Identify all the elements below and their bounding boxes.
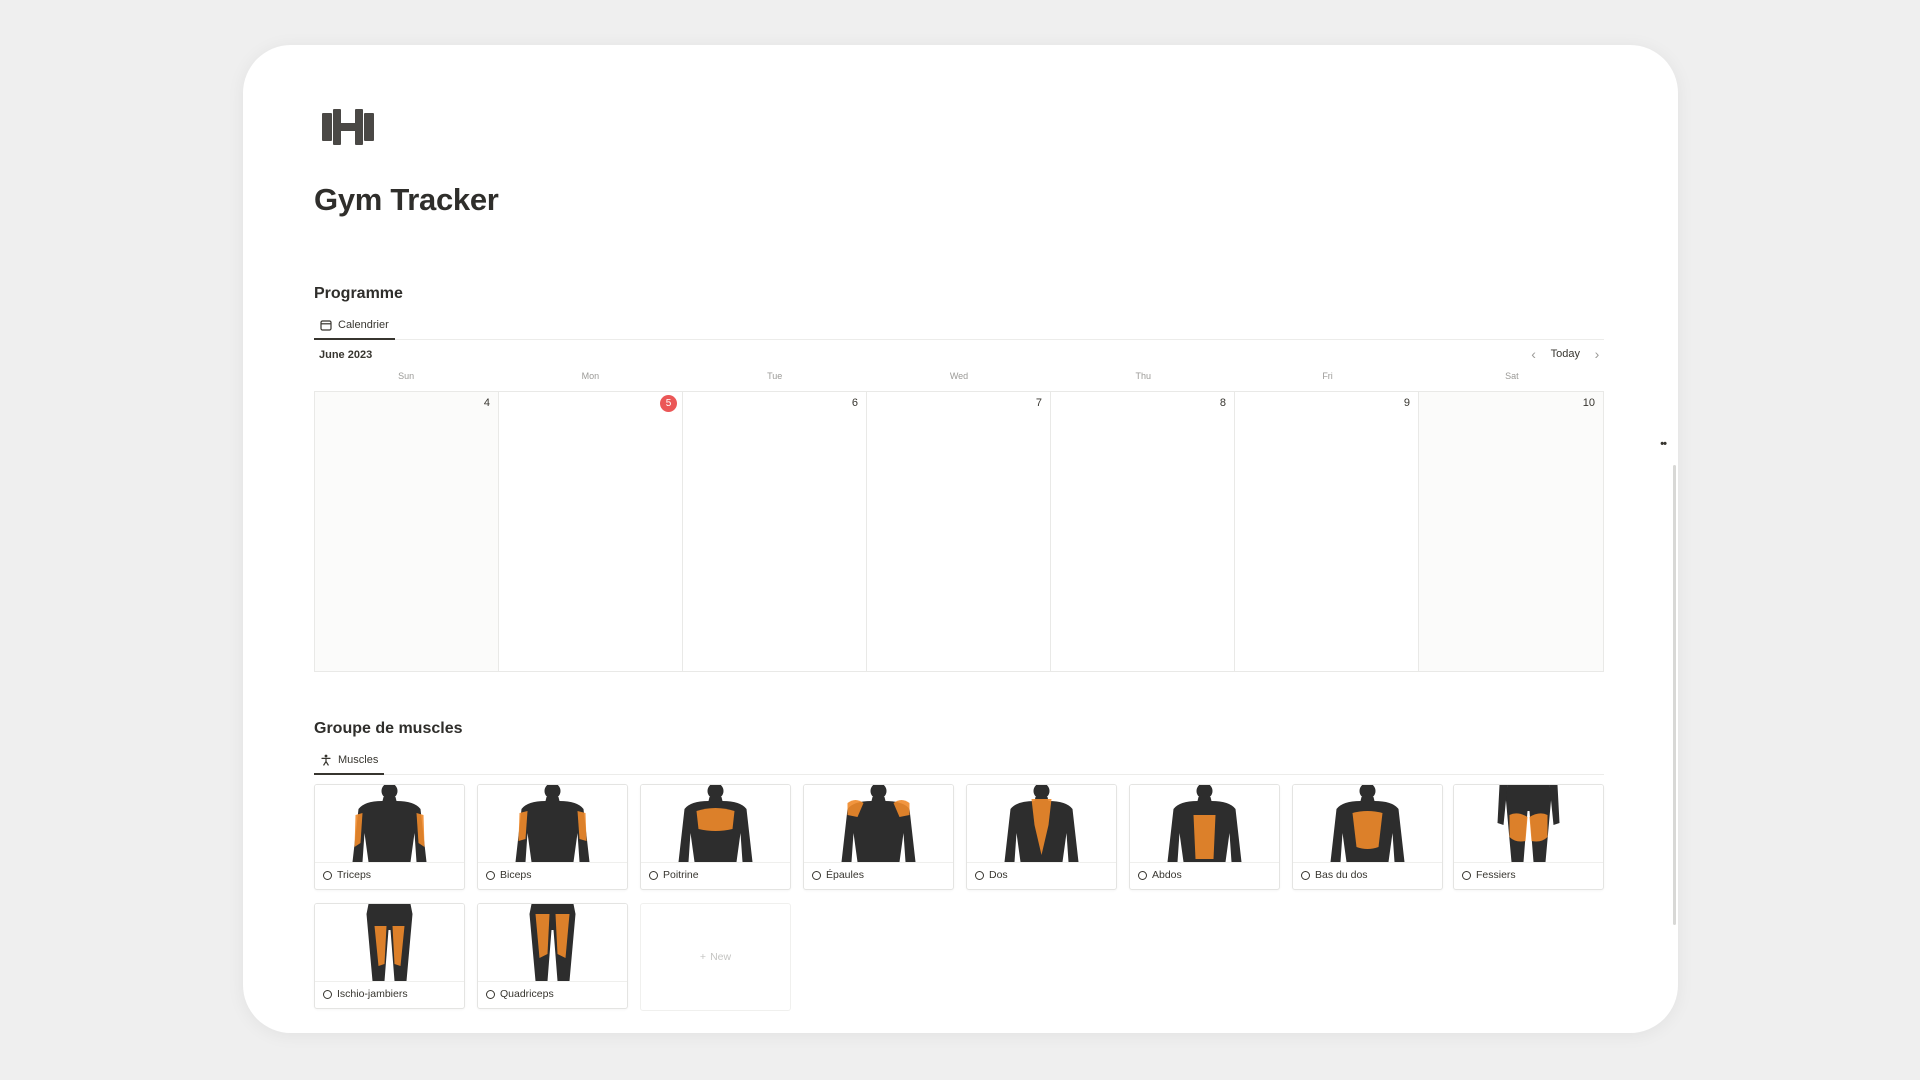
weekday-thu: Thu xyxy=(1135,371,1152,381)
gallery-card-label: Ischio-jambiers xyxy=(337,988,408,1000)
programme-view-tabs: Calendrier xyxy=(314,309,1604,340)
page-circle-icon xyxy=(1301,870,1310,880)
gallery-card-triceps[interactable]: Triceps xyxy=(314,784,465,890)
weekday-mon: Mon xyxy=(581,371,600,381)
page-circle-icon xyxy=(1462,870,1471,880)
gallery-card-label: Triceps xyxy=(337,869,372,881)
tab-calendrier-label: Calendrier xyxy=(338,319,389,331)
calendar-day-number: 7 xyxy=(1035,397,1042,409)
page-circle-icon xyxy=(975,870,984,880)
muscle-image xyxy=(804,785,953,863)
weekday-sat: Sat xyxy=(1505,371,1519,381)
gallery-card-biceps[interactable]: Biceps xyxy=(477,784,628,890)
gallery-card-bas-du-dos[interactable]: Bas du dos xyxy=(1292,784,1443,890)
today-day-badge: 5 xyxy=(660,395,677,412)
plus-icon: + xyxy=(699,951,707,963)
page-circle-icon xyxy=(486,870,495,880)
calendar-weekdays: Sun Mon Tue Wed Thu Fri Sat xyxy=(314,371,1604,381)
chevron-right-icon[interactable]: › xyxy=(1590,346,1604,362)
page-card: Gym Tracker Programme Calendrier June 20… xyxy=(243,45,1678,1033)
calendar-day-cell[interactable]: 10 xyxy=(1419,392,1603,671)
calendar-day-number: 4 xyxy=(483,397,490,409)
gallery-card-label: Bas du dos xyxy=(1315,869,1368,881)
weekday-fri: Fri xyxy=(1322,371,1333,381)
page-circle-icon xyxy=(812,870,821,880)
calendar-day-cell[interactable]: 4 xyxy=(315,392,499,671)
calendar-day-number: 8 xyxy=(1219,397,1226,409)
muscle-image xyxy=(641,785,790,863)
calendar-day-cell-today[interactable]: 5 xyxy=(499,392,683,671)
today-button[interactable]: Today xyxy=(1551,348,1580,360)
page-circle-icon xyxy=(649,870,658,880)
gallery-card-label: Biceps xyxy=(500,869,532,881)
calendar-day-number: 10 xyxy=(1582,397,1595,409)
muscle-image xyxy=(478,785,627,863)
weekday-wed: Wed xyxy=(949,371,969,381)
muscle-image xyxy=(478,904,627,982)
gallery-card-dos[interactable]: Dos xyxy=(966,784,1117,890)
tab-muscles[interactable]: Muscles xyxy=(314,747,385,775)
gallery-card-label: Quadriceps xyxy=(500,988,554,1000)
calendar-month: June 2023 xyxy=(319,349,373,361)
page-circle-icon xyxy=(486,989,495,999)
muscle-image xyxy=(315,904,464,982)
gallery-card-abdos[interactable]: Abdos xyxy=(1129,784,1280,890)
tab-calendrier[interactable]: Calendrier xyxy=(314,312,395,340)
programme-title[interactable]: Programme xyxy=(314,285,403,303)
calendar-icon xyxy=(320,320,332,331)
dumbbell-icon xyxy=(322,109,374,145)
page-title: Gym Tracker xyxy=(314,182,499,217)
weekday-tue: Tue xyxy=(767,371,783,381)
scrollbar[interactable] xyxy=(1673,465,1676,925)
muscle-image xyxy=(967,785,1116,863)
calendar-day-number: 9 xyxy=(1403,397,1410,409)
calendar-day-number: 6 xyxy=(851,397,858,409)
page-circle-icon xyxy=(323,989,332,999)
calendar-header: June 2023 ‹ Today › xyxy=(314,346,1604,368)
calendar-day-cell[interactable]: 7 xyxy=(867,392,1051,671)
new-card-button[interactable]: + New xyxy=(640,903,791,1011)
person-icon xyxy=(321,754,331,766)
calendar-day-cell[interactable]: 9 xyxy=(1235,392,1419,671)
muscle-image xyxy=(1454,785,1603,863)
gallery-card-label: Poitrine xyxy=(663,869,699,881)
new-card-label: New xyxy=(710,951,732,963)
muscles-title[interactable]: Groupe de muscles xyxy=(314,720,463,738)
calendar-nav: ‹ Today › xyxy=(1527,346,1604,362)
gallery-card-fessiers[interactable]: Fessiers xyxy=(1453,784,1604,890)
gallery-card-label: Abdos xyxy=(1152,869,1182,881)
calendar-grid: 4 5 6 7 8 9 10 xyxy=(314,391,1604,672)
gallery-card-quadriceps[interactable]: Quadriceps xyxy=(477,903,628,1009)
tab-muscles-label: Muscles xyxy=(338,754,379,766)
gallery-card-poitrine[interactable]: Poitrine xyxy=(640,784,791,890)
gallery-card-label: Épaules xyxy=(826,869,864,881)
gallery-card-ischio-jambiers[interactable]: Ischio-jambiers xyxy=(314,903,465,1009)
page-circle-icon xyxy=(323,870,332,880)
muscles-view-tabs: Muscles xyxy=(314,744,1604,775)
calendar-day-cell[interactable]: 6 xyxy=(683,392,867,671)
muscle-image xyxy=(1293,785,1442,863)
chevron-left-icon[interactable]: ‹ xyxy=(1527,346,1541,362)
gallery-card-epaules[interactable]: Épaules xyxy=(803,784,954,890)
muscle-image xyxy=(315,785,464,863)
page-circle-icon xyxy=(1138,870,1147,880)
gallery-card-label: Dos xyxy=(989,869,1008,881)
gallery-card-label: Fessiers xyxy=(1476,869,1516,881)
weekday-sun: Sun xyxy=(398,371,415,381)
drag-handle-icon[interactable]: •• xyxy=(1660,438,1667,450)
calendar-day-cell[interactable]: 8 xyxy=(1051,392,1235,671)
muscle-image xyxy=(1130,785,1279,863)
